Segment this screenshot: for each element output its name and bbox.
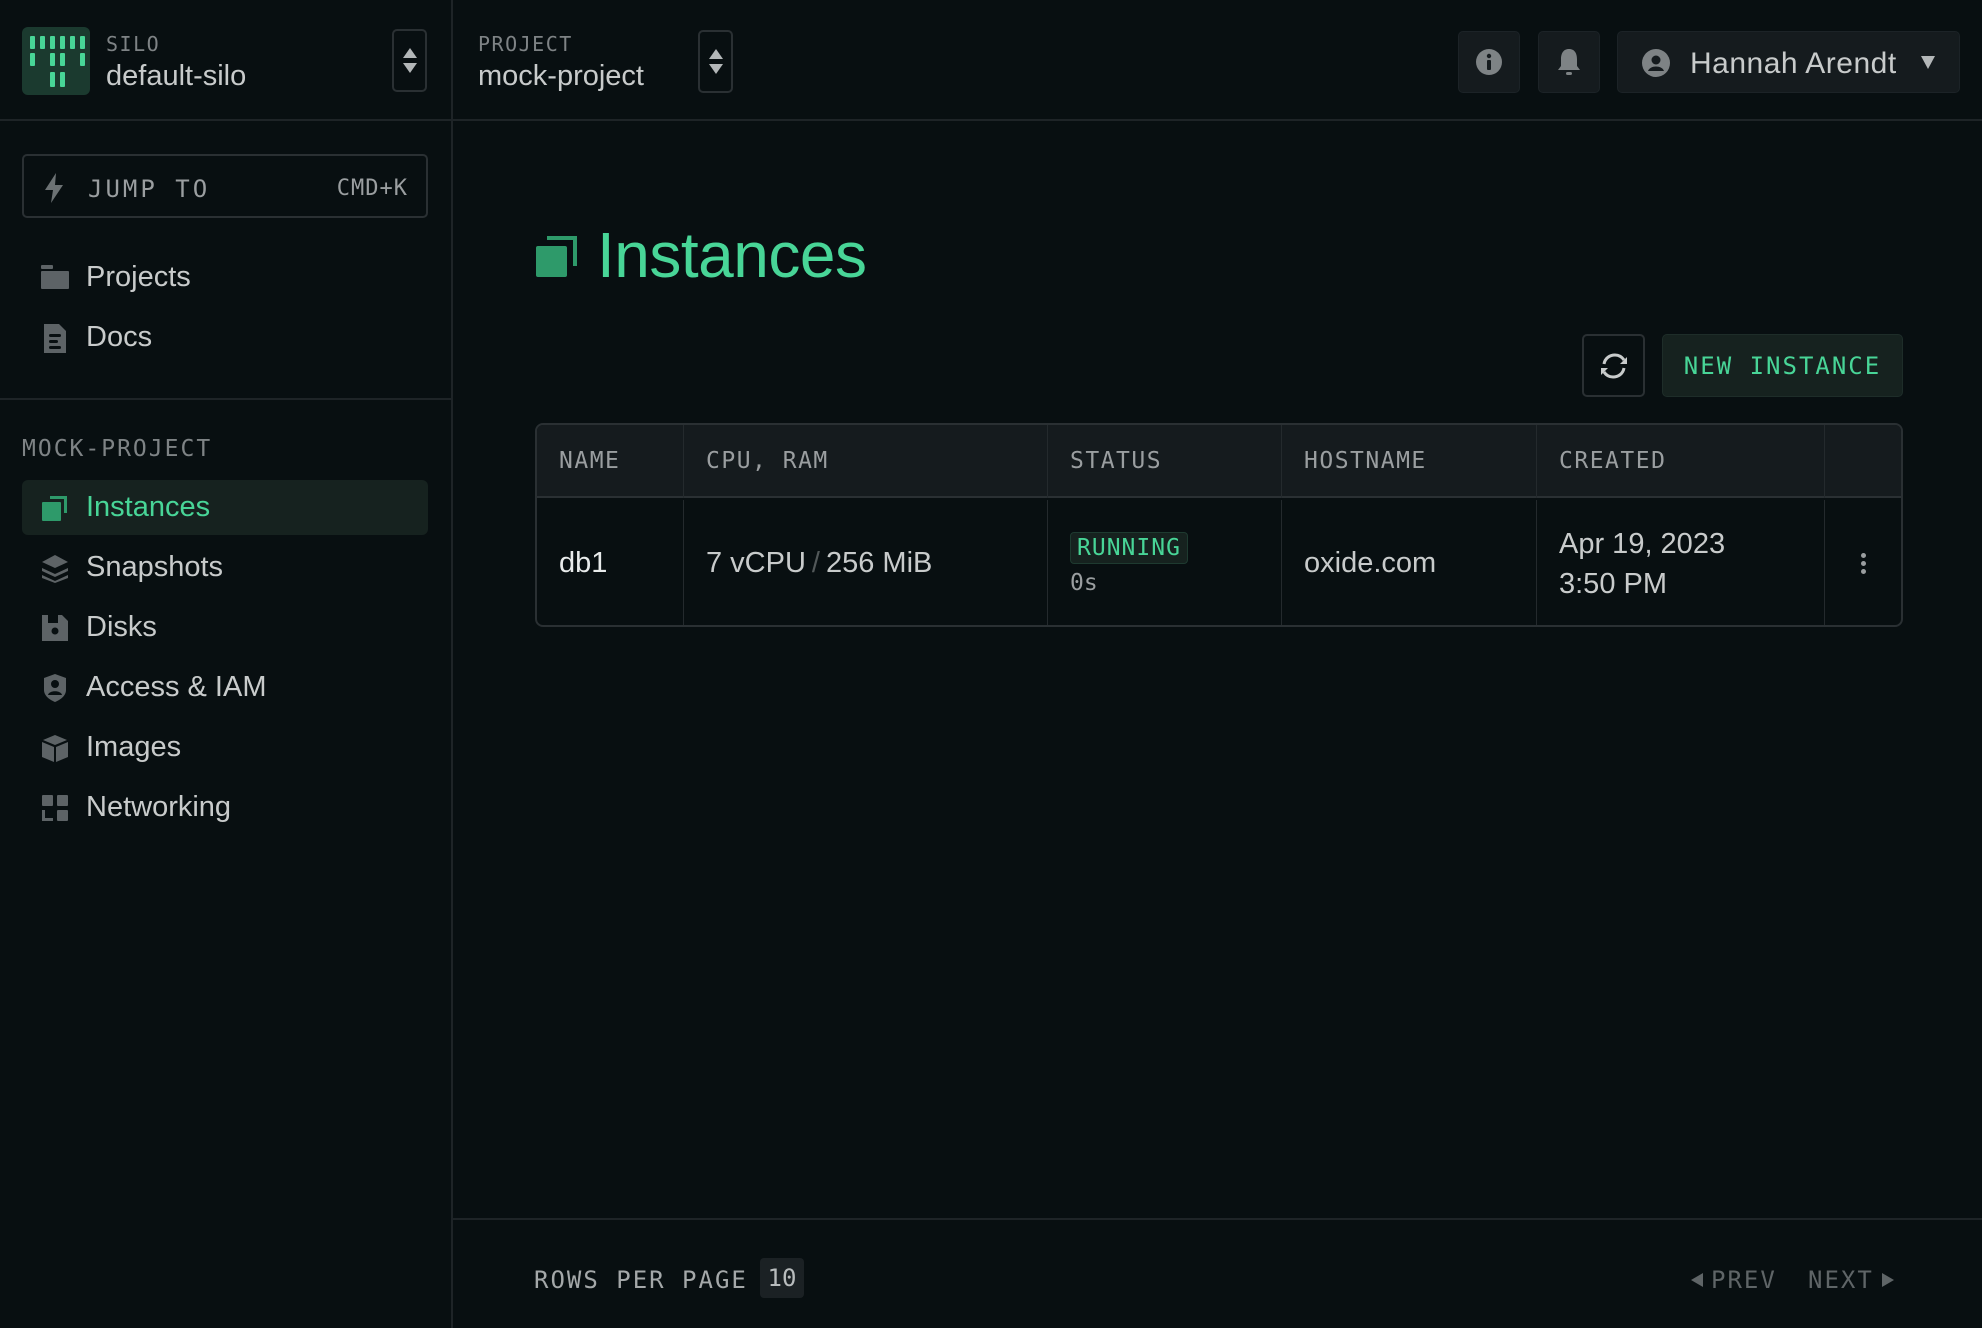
cell-cpu-ram: 7 vCPU / 256 MiB bbox=[684, 500, 1048, 625]
instance-name-link[interactable]: db1 bbox=[559, 547, 683, 580]
cell-created: Apr 19, 2023 3:50 PM bbox=[1537, 500, 1825, 625]
silo-label: SILO bbox=[106, 32, 161, 56]
silo-stepper-button[interactable] bbox=[392, 29, 427, 92]
user-menu-button[interactable]: Hannah Arendt bbox=[1617, 31, 1960, 93]
column-header-name[interactable]: NAME bbox=[537, 425, 684, 498]
caret-right-icon bbox=[1881, 1273, 1894, 1287]
status-age: 0s bbox=[1070, 569, 1098, 596]
next-label: NEXT bbox=[1808, 1266, 1874, 1294]
project-stepper-button[interactable] bbox=[698, 30, 733, 93]
instances-icon bbox=[42, 496, 67, 521]
chevron-up-icon bbox=[708, 49, 723, 59]
sidebar-item-instances[interactable]: Instances bbox=[22, 480, 428, 535]
sidebar-item-label: Access & IAM bbox=[86, 671, 267, 703]
sidebar-item-projects[interactable]: Projects bbox=[22, 250, 428, 305]
cell-actions bbox=[1825, 500, 1901, 625]
sidebar-item-access-iam[interactable]: Access & IAM bbox=[22, 660, 428, 715]
table-header: NAME CPU, RAM STATUS HOSTNAME CREATED bbox=[537, 425, 1901, 498]
user-circle-icon bbox=[1642, 49, 1670, 77]
next-page-button[interactable]: NEXT bbox=[1808, 1266, 1894, 1294]
lightning-icon bbox=[45, 173, 63, 203]
folder-icon bbox=[41, 265, 69, 289]
sidebar-item-label: Docs bbox=[86, 321, 153, 353]
cpu-value: 7 vCPU bbox=[706, 547, 806, 579]
sidebar-item-label: Snapshots bbox=[86, 551, 224, 583]
shield-user-icon bbox=[44, 674, 66, 702]
rows-per-page-select[interactable]: 10 bbox=[760, 1258, 804, 1298]
refresh-button[interactable] bbox=[1582, 334, 1645, 397]
hostname-value: oxide.com bbox=[1304, 547, 1437, 579]
sidebar-item-docs[interactable]: Docs bbox=[22, 310, 428, 365]
sidebar-item-label: Disks bbox=[86, 611, 157, 643]
more-actions-button[interactable] bbox=[1861, 553, 1866, 574]
caret-down-icon bbox=[1921, 56, 1935, 69]
created-time: 3:50 PM bbox=[1559, 567, 1667, 600]
cell-hostname: oxide.com bbox=[1282, 500, 1537, 625]
project-section-label: MOCK-PROJECT bbox=[22, 436, 213, 462]
column-header-created[interactable]: CREATED bbox=[1537, 425, 1825, 498]
silo-logo-icon bbox=[22, 27, 90, 95]
sidebar-item-snapshots[interactable]: Snapshots bbox=[22, 540, 428, 595]
separator: / bbox=[811, 547, 820, 579]
sidebar-item-label: Instances bbox=[86, 491, 211, 523]
silo-name: default-silo bbox=[106, 60, 247, 92]
sidebar-divider bbox=[0, 398, 451, 400]
created-date: Apr 19, 2023 bbox=[1559, 527, 1726, 560]
sidebar-item-images[interactable]: Images bbox=[22, 720, 428, 775]
sidebar-item-label: Networking bbox=[86, 791, 232, 823]
document-icon bbox=[44, 324, 66, 353]
instances-table: NAME CPU, RAM STATUS HOSTNAME CREATED db… bbox=[535, 423, 1903, 627]
silo-switcher[interactable]: SILO default-silo bbox=[0, 0, 451, 121]
info-icon bbox=[1476, 49, 1502, 75]
prev-page-button[interactable]: PREV bbox=[1691, 1266, 1777, 1294]
disk-icon bbox=[42, 615, 68, 641]
layers-icon bbox=[42, 555, 68, 583]
status-badge: RUNNING bbox=[1070, 531, 1188, 564]
project-label: PROJECT bbox=[478, 32, 573, 56]
column-header-actions bbox=[1825, 425, 1901, 498]
cube-icon bbox=[42, 735, 68, 762]
prev-label: PREV bbox=[1711, 1266, 1777, 1294]
sidebar-item-label: Images bbox=[86, 731, 182, 763]
rows-per-page-label: ROWS PER PAGE bbox=[534, 1266, 748, 1294]
instances-icon bbox=[536, 236, 577, 277]
cell-name[interactable]: db1 bbox=[537, 500, 684, 625]
table-row[interactable]: db1 7 vCPU / 256 MiB RUNNING 0s oxide.co… bbox=[537, 500, 1901, 625]
jump-to-shortcut: CMD+K bbox=[336, 176, 408, 201]
refresh-icon bbox=[1600, 352, 1627, 379]
ram-value: 256 MiB bbox=[825, 547, 933, 579]
sidebar-item-networking[interactable]: Networking bbox=[22, 780, 428, 835]
column-header-hostname[interactable]: HOSTNAME bbox=[1282, 425, 1537, 498]
chevron-down-icon bbox=[708, 64, 723, 74]
new-instance-button[interactable]: NEW INSTANCE bbox=[1662, 334, 1903, 397]
sidebar: SILO default-silo JUMP TO CMD+K Projects… bbox=[0, 0, 453, 1328]
page-title: Instances bbox=[597, 219, 867, 291]
sidebar-item-disks[interactable]: Disks bbox=[22, 600, 428, 655]
caret-left-icon bbox=[1691, 1273, 1703, 1287]
topbar: PROJECT mock-project Hannah Arendt bbox=[453, 0, 1982, 121]
project-name: mock-project bbox=[478, 60, 644, 92]
user-name: Hannah Arendt bbox=[1690, 47, 1897, 80]
bell-icon bbox=[1558, 49, 1580, 75]
jump-to-label: JUMP TO bbox=[88, 175, 211, 203]
info-button[interactable] bbox=[1458, 31, 1520, 93]
jump-to-button[interactable]: JUMP TO CMD+K bbox=[22, 154, 428, 218]
chevron-up-icon bbox=[402, 48, 417, 58]
pagination-footer: ROWS PER PAGE 10 PREV NEXT bbox=[453, 1218, 1982, 1328]
notifications-button[interactable] bbox=[1538, 31, 1600, 93]
sidebar-item-label: Projects bbox=[86, 261, 191, 293]
cell-status: RUNNING 0s bbox=[1048, 500, 1282, 625]
column-header-status[interactable]: STATUS bbox=[1048, 425, 1282, 498]
column-header-cpu-ram[interactable]: CPU, RAM bbox=[684, 425, 1048, 498]
grid-icon bbox=[42, 795, 68, 821]
chevron-down-icon bbox=[402, 63, 417, 73]
